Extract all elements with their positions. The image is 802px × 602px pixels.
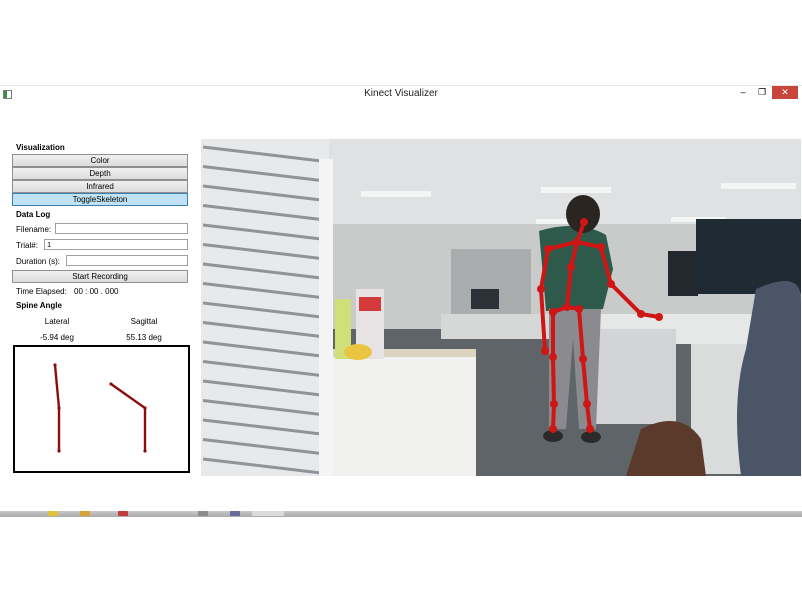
skeleton-joint	[567, 263, 575, 271]
minimize-button[interactable]: –	[736, 86, 750, 99]
skeleton-joint	[563, 303, 571, 311]
ceiling-light	[721, 183, 796, 189]
elapsed-value: 00 : 00 . 000	[74, 287, 119, 296]
spine-angle-heading: Spine Angle	[16, 301, 62, 310]
taskbar-app-icon[interactable]	[48, 511, 58, 516]
color-button[interactable]: Color	[12, 154, 188, 167]
spine-angle-plot	[13, 345, 190, 473]
drawer-unit	[596, 329, 676, 424]
app-window: Kinect Visualizer – ❐ ✕ Visualization Co…	[0, 85, 802, 511]
taskbar-app-icon[interactable]	[80, 511, 90, 516]
start-recording-button[interactable]: Start Recording	[12, 270, 188, 283]
taskbar-app-icon[interactable]	[230, 511, 240, 516]
infrared-button[interactable]: Infrared	[12, 180, 188, 193]
sagittal-joint	[143, 406, 147, 410]
skeleton-joint	[580, 218, 588, 226]
taskbar-app-icon[interactable]	[252, 511, 284, 516]
skeleton-joint	[549, 425, 557, 433]
skeleton-joint	[541, 347, 549, 355]
ceiling-light	[541, 187, 611, 193]
filename-row: Filename:	[12, 221, 188, 237]
trial-row: Trial#: 1	[12, 237, 188, 253]
angle-headers: Lateral Sagittal	[12, 315, 188, 329]
skeleton-joint	[655, 313, 663, 321]
skeleton-joint	[583, 400, 591, 408]
window-title: Kinect Visualizer	[364, 88, 438, 99]
elapsed-label: Time Elapsed:	[16, 287, 67, 296]
sagittal-spine-line	[109, 382, 147, 453]
sagittal-label: Sagittal	[130, 317, 158, 326]
close-button[interactable]: ✕	[772, 86, 798, 99]
filename-label: Filename:	[16, 225, 52, 234]
skeleton-joint	[549, 308, 557, 316]
maximize-button[interactable]: ❐	[755, 86, 769, 99]
filename-input[interactable]	[55, 223, 188, 234]
visualization-heading: Visualization	[16, 143, 65, 152]
depth-button[interactable]: Depth	[12, 167, 188, 180]
skeleton-joint	[575, 305, 583, 313]
sagittal-joint	[143, 449, 147, 453]
front-cabinet	[331, 354, 476, 476]
skeleton-joint	[573, 238, 581, 246]
skeleton-joint	[549, 353, 557, 361]
lateral-joint	[57, 406, 61, 410]
duration-input[interactable]	[66, 255, 188, 266]
trial-label: Trial#:	[16, 241, 38, 250]
tape-roll	[344, 344, 372, 360]
sagittal-value: 55.13 deg	[126, 333, 162, 342]
skeleton-joint	[597, 243, 605, 251]
rack-side-panel	[319, 159, 333, 476]
camera-view	[201, 139, 801, 476]
lateral-joint	[57, 449, 61, 453]
monitor	[471, 289, 499, 309]
data-log-heading: Data Log	[16, 210, 51, 219]
monitor	[668, 251, 698, 296]
lateral-value: -5.94 deg	[40, 333, 74, 342]
sagittal-joint	[109, 382, 113, 386]
ceiling-light	[361, 191, 431, 197]
duration-row: Duration (s):	[12, 253, 188, 269]
taskbar	[0, 511, 802, 517]
bottle-label	[359, 297, 381, 311]
skeleton-joint	[544, 245, 552, 253]
duration-label: Duration (s):	[16, 257, 61, 266]
taskbar-app-icon[interactable]	[198, 511, 208, 516]
lateral-label: Lateral	[44, 317, 70, 326]
control-panel: Visualization Color Depth Infrared Toggl…	[12, 142, 188, 345]
lateral-joint	[53, 363, 57, 367]
angle-values: -5.94 deg 55.13 deg	[12, 331, 188, 345]
taskbar-app-icon[interactable]	[118, 511, 128, 516]
trial-input[interactable]: 1	[44, 239, 188, 250]
toggle-skeleton-button[interactable]: ToggleSkeleton	[12, 193, 188, 206]
skeleton-joint	[550, 400, 558, 408]
skeleton-joint	[537, 285, 545, 293]
skeleton-joint	[607, 280, 615, 288]
skeleton-joint	[586, 425, 594, 433]
elapsed-row: Time Elapsed: 00 : 00 . 000	[12, 283, 188, 299]
title-bar: Kinect Visualizer – ❐ ✕	[0, 86, 802, 102]
skeleton-joint	[579, 355, 587, 363]
skeleton-joint	[637, 310, 645, 318]
